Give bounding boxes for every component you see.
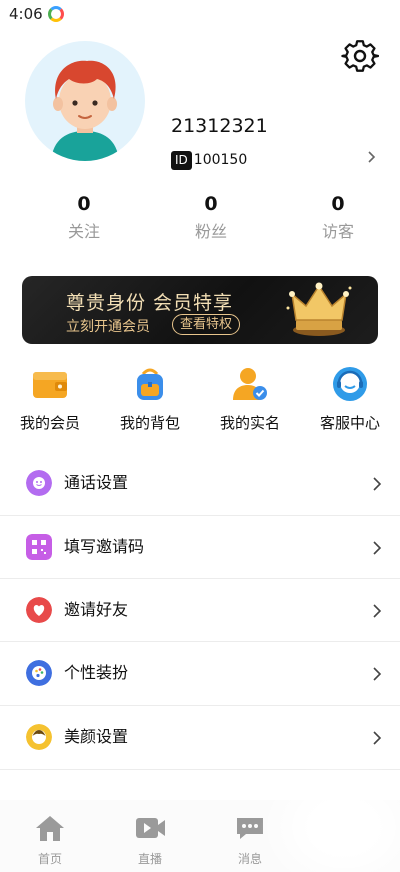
vip-banner[interactable]: 尊贵身份 会员特享 立刻开通会员 查看特权	[22, 276, 378, 344]
qr-code-icon	[26, 534, 52, 560]
settings-button[interactable]	[341, 37, 380, 75]
tab-label: 消息	[237, 852, 262, 866]
wallet-icon	[33, 372, 67, 398]
chevron-right-icon	[373, 477, 382, 491]
chevron-right-icon	[373, 731, 382, 745]
video-camera-icon	[136, 818, 165, 838]
chevron-right-icon	[373, 604, 382, 618]
tab-label: 首页	[37, 852, 62, 866]
quick-label: 我的背包	[119, 414, 180, 432]
stat-value: 0	[77, 193, 91, 215]
heart-icon	[26, 597, 52, 623]
quick-my-verification[interactable]: 我的实名	[205, 366, 295, 432]
customer-service-icon	[333, 367, 367, 401]
menu-item-call-settings[interactable]: 通话设置	[0, 452, 400, 516]
crown-icon	[286, 282, 352, 336]
beauty-icon	[26, 724, 52, 750]
vip-title: 尊贵身份 会员特享	[66, 292, 234, 314]
stat-fans[interactable]: 0 粉丝	[166, 192, 256, 242]
chevron-right-icon	[373, 667, 382, 681]
stat-visitors[interactable]: 0 访客	[293, 192, 383, 242]
app-status-icon	[48, 6, 64, 22]
menu-label: 美颜设置	[64, 727, 129, 746]
backpack-icon	[137, 368, 163, 400]
verified-user-icon	[233, 368, 267, 400]
view-privileges-button[interactable]: 查看特权	[172, 314, 241, 335]
chevron-right-icon[interactable]	[366, 148, 378, 166]
quick-customer-service[interactable]: 客服中心	[305, 366, 395, 432]
chevron-right-icon	[373, 541, 382, 555]
menu-item-invite-friends[interactable]: 邀请好友	[0, 579, 400, 643]
stat-value: 0	[331, 193, 345, 215]
vip-subtitle: 立刻开通会员	[66, 319, 150, 335]
quick-my-backpack[interactable]: 我的背包	[105, 366, 195, 432]
tab-home[interactable]: 首页	[10, 814, 90, 867]
stat-label: 访客	[321, 222, 354, 241]
tab-live[interactable]: 直播	[110, 814, 190, 867]
divider	[0, 769, 400, 770]
id-badge: ID	[171, 150, 192, 170]
avatar[interactable]	[25, 41, 145, 161]
call-settings-icon	[26, 470, 52, 496]
palette-icon	[26, 660, 52, 686]
username: 21312321	[171, 115, 268, 137]
stat-label: 粉丝	[194, 222, 227, 241]
user-id-value: 100150	[193, 152, 248, 168]
menu-item-beauty-settings[interactable]: 美颜设置	[0, 706, 400, 770]
quick-label: 我的实名	[219, 414, 280, 432]
gear-icon	[341, 40, 380, 72]
menu-label: 个性装扮	[64, 663, 129, 682]
bottom-tab-bar: 首页 直播 消息	[0, 800, 400, 872]
message-icon	[237, 818, 263, 839]
menu-item-personal-style[interactable]: 个性装扮	[0, 642, 400, 706]
home-icon	[36, 816, 64, 841]
status-time: 4:06	[9, 5, 43, 23]
menu-label: 通话设置	[64, 473, 129, 492]
menu-label: 邀请好友	[64, 600, 129, 619]
avatar-illustration	[51, 60, 119, 161]
user-id-row: ID 100150	[171, 150, 247, 170]
tab-label: 直播	[137, 852, 162, 866]
menu-item-invite-code[interactable]: 填写邀请码	[0, 516, 400, 580]
quick-label: 我的会员	[19, 414, 80, 432]
stat-label: 关注	[67, 222, 100, 241]
stat-value: 0	[204, 193, 218, 215]
quick-label: 客服中心	[319, 414, 380, 432]
menu-label: 填写邀请码	[64, 537, 145, 556]
stat-following[interactable]: 0 关注	[39, 192, 129, 242]
status-bar: 4:06	[0, 0, 400, 28]
tab-messages[interactable]: 消息	[210, 814, 290, 867]
quick-my-membership[interactable]: 我的会员	[5, 366, 95, 432]
